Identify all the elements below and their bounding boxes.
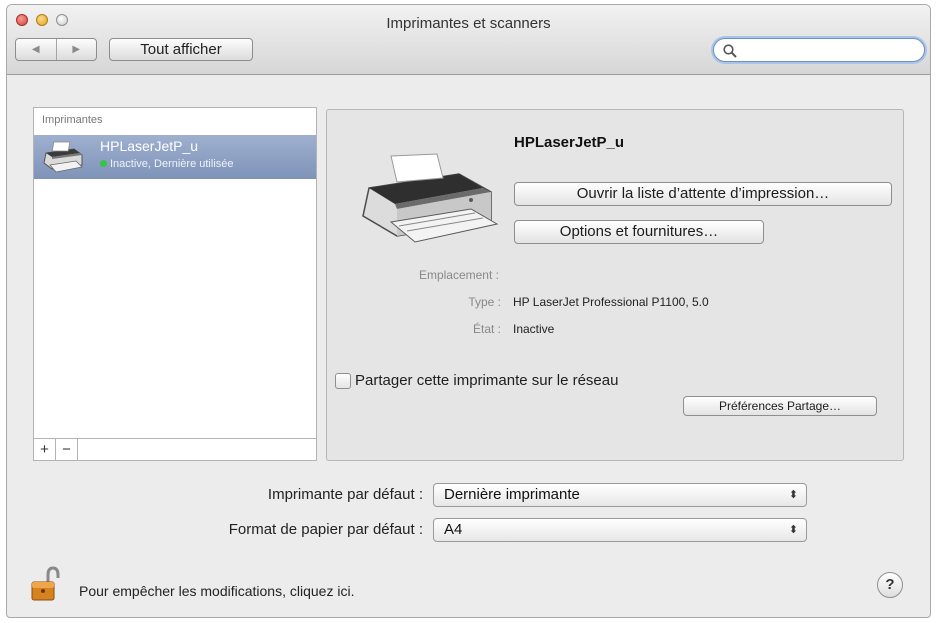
printer-icon	[362, 153, 499, 243]
share-printer-label: Partager cette imprimante sur le réseau	[355, 372, 619, 389]
default-printer-value: Dernière imprimante	[444, 486, 580, 503]
select-arrows-icon: ⬍	[788, 489, 798, 501]
add-printer-button[interactable]: +	[34, 439, 56, 460]
remove-printer-button[interactable]: −	[56, 439, 78, 460]
location-label: Emplacement :	[418, 268, 499, 282]
history-navigation: ◀ ▶	[15, 38, 97, 61]
default-paper-select[interactable]: A4 ⬍	[433, 518, 807, 542]
default-paper-label: Format de papier par défaut :	[228, 521, 423, 538]
lock-icon[interactable]	[31, 566, 61, 602]
forward-button[interactable]: ▶	[55, 39, 97, 60]
help-button[interactable]: ?	[877, 572, 903, 598]
window-title: Imprimantes et scanners	[386, 15, 551, 32]
default-printer-label: Imprimante par défaut :	[267, 486, 423, 503]
printer-list-header: Imprimantes	[42, 114, 103, 126]
open-print-queue-button[interactable]: Ouvrir la liste d’attente d’impression…	[514, 182, 892, 206]
share-printer-checkbox[interactable]	[335, 372, 351, 389]
search-field[interactable]	[713, 38, 925, 62]
title-bar: Imprimantes et scanners ◀ ▶ Tout affiche…	[7, 5, 930, 75]
printer-list-item[interactable]: HPLaserJetP_u Inactive, Dernière utilisé…	[34, 135, 316, 179]
state-label: État :	[472, 322, 501, 336]
back-button[interactable]: ◀	[16, 39, 56, 60]
printer-status-text: Inactive, Dernière utilisée	[110, 158, 234, 170]
status-dot-icon	[100, 160, 107, 167]
type-value: HP LaserJet Professional P1100, 5.0	[513, 295, 709, 309]
options-supplies-button[interactable]: Options et fournitures…	[514, 220, 764, 244]
lock-message[interactable]: Pour empêcher les modifications, cliquez…	[79, 583, 354, 599]
select-arrows-icon: ⬍	[788, 524, 798, 536]
printer-list-toolbar: + −	[34, 438, 316, 460]
forward-arrow-icon: ▶	[72, 44, 81, 55]
printer-list: Imprimantes HPLaserJetP_u Inactive, Dern…	[33, 107, 317, 461]
share-printer-option[interactable]: Partager cette imprimante sur le réseau	[335, 372, 618, 389]
search-input[interactable]	[740, 41, 916, 59]
back-arrow-icon: ◀	[31, 44, 40, 55]
sharing-preferences-button[interactable]: Préférences Partage…	[683, 396, 877, 416]
printer-thumbnail-icon	[43, 141, 83, 173]
printer-name: HPLaserJetP_u	[100, 138, 199, 154]
type-label: Type :	[468, 295, 501, 309]
default-printer-select[interactable]: Dernière imprimante ⬍	[433, 483, 807, 507]
printer-status: Inactive, Dernière utilisée	[100, 158, 234, 170]
printer-detail-panel: HPLaserJetP_u Ouvrir la liste d’attente …	[326, 109, 904, 461]
preferences-window: Imprimantes et scanners ◀ ▶ Tout affiche…	[6, 4, 931, 618]
printer-detail-name: HPLaserJetP_u	[514, 134, 625, 151]
show-all-button[interactable]: Tout afficher	[109, 38, 253, 61]
search-icon	[723, 44, 737, 58]
default-paper-value: A4	[444, 521, 463, 538]
state-value: Inactive	[513, 322, 555, 336]
